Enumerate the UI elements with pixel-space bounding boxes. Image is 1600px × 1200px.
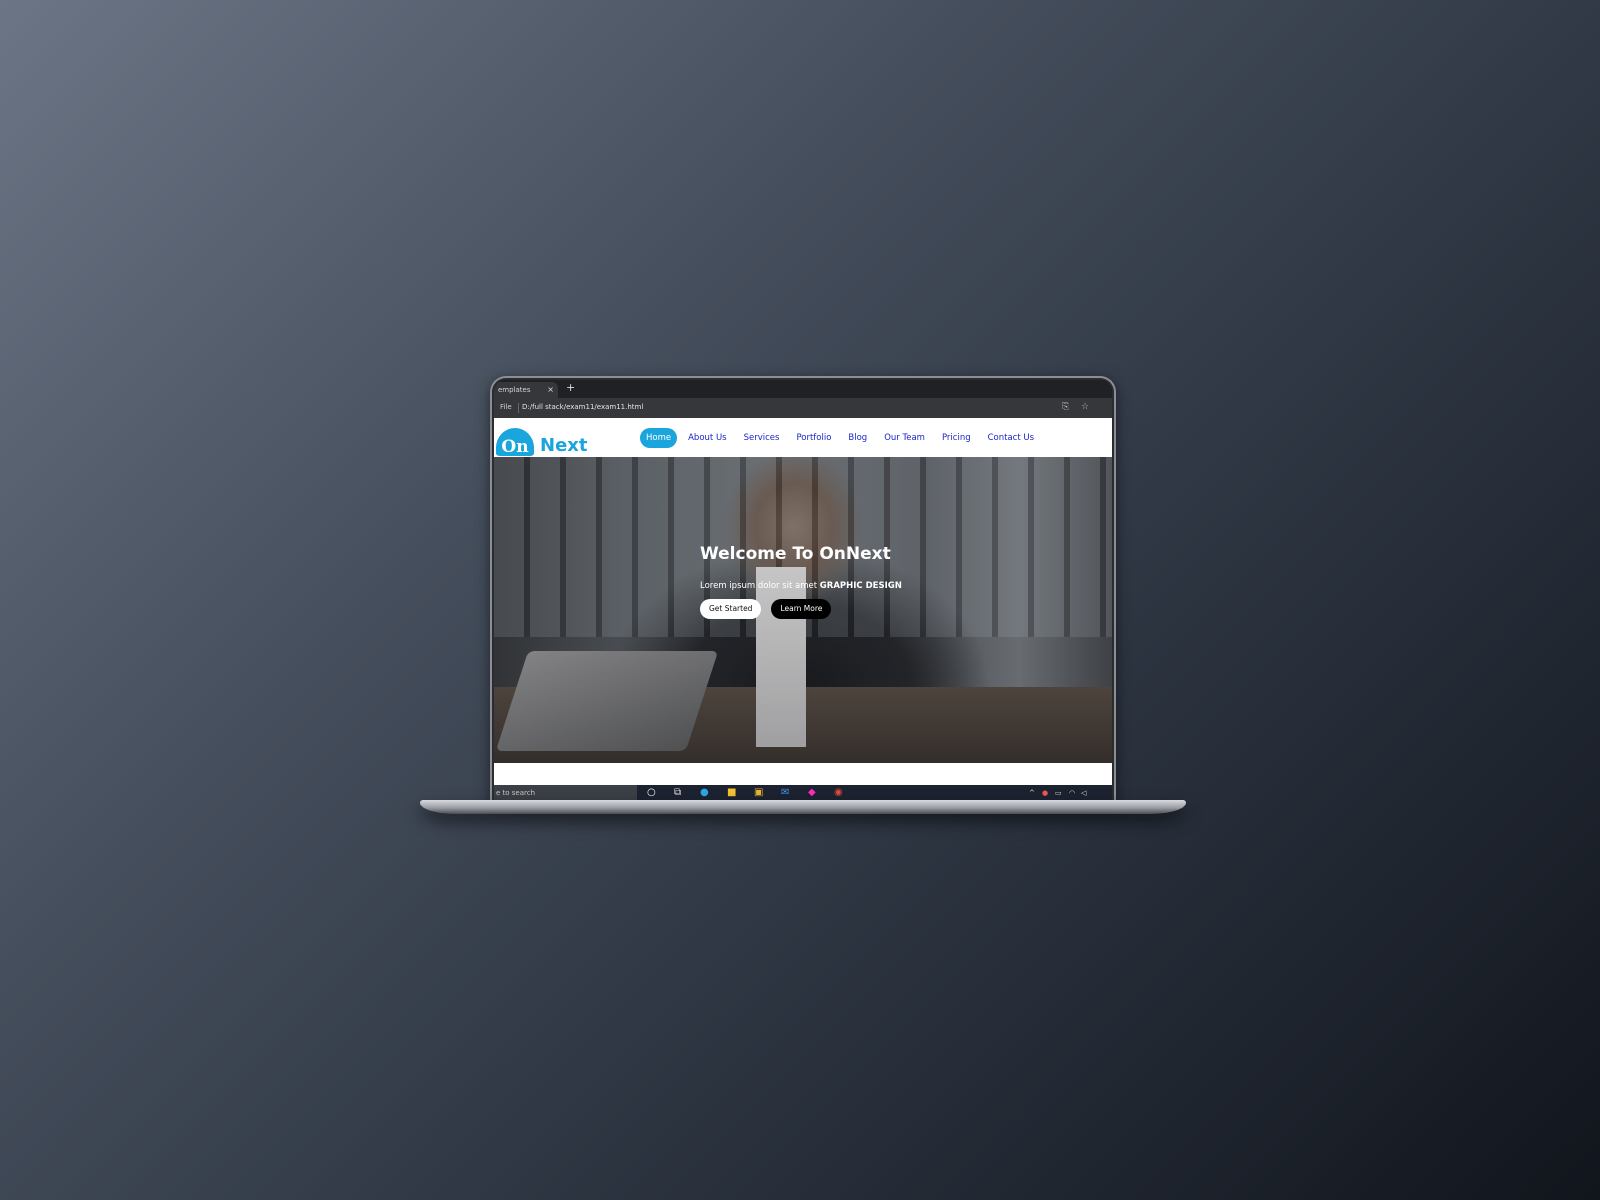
- learn-more-button[interactable]: Learn More: [771, 599, 832, 619]
- site-logo[interactable]: On Next: [494, 426, 610, 457]
- chevron-up-icon[interactable]: ^: [1029, 789, 1035, 797]
- close-icon[interactable]: ×: [547, 382, 554, 398]
- nav-blog[interactable]: Blog: [842, 428, 873, 448]
- address-divider: [518, 403, 519, 413]
- cortana-icon[interactable]: ○: [647, 787, 656, 799]
- adobe-xd-icon[interactable]: ◆: [808, 787, 816, 799]
- translate-icon[interactable]: ⎘: [1062, 402, 1069, 412]
- nav-home[interactable]: Home: [640, 428, 678, 448]
- file-scheme-label: File: [500, 403, 512, 411]
- mail-icon[interactable]: ✉: [781, 787, 789, 799]
- hero-section: Welcome To OnNext Lorem ipsum dolor sit …: [494, 457, 1112, 763]
- nav-our-team[interactable]: Our Team: [878, 428, 931, 448]
- get-started-button[interactable]: Get Started: [700, 599, 762, 619]
- web-page: On Next Home About Us Services Portfolio…: [494, 418, 1112, 785]
- browser-tab-strip: emplates × +: [494, 380, 1112, 398]
- nav-services[interactable]: Services: [738, 428, 786, 448]
- hero-title: Welcome To OnNext: [700, 544, 891, 564]
- tray-app-icon[interactable]: ●: [1042, 789, 1048, 797]
- store-icon[interactable]: ▣: [754, 787, 763, 799]
- logo-mark: On: [496, 428, 534, 457]
- laptop-screen: emplates × + File D:/full stack/exam11/e…: [494, 380, 1112, 802]
- file-explorer-icon[interactable]: ■: [727, 787, 736, 799]
- nav-portfolio[interactable]: Portfolio: [790, 428, 837, 448]
- address-bar: File D:/full stack/exam11/exam11.html ⎘ …: [494, 398, 1112, 418]
- url-field[interactable]: D:/full stack/exam11/exam11.html: [522, 403, 643, 411]
- hero-subtitle: Lorem ipsum dolor sit amet GRAPHIC DESIG…: [700, 581, 902, 591]
- hero-subtitle-text: Lorem ipsum dolor sit amet: [700, 581, 818, 591]
- battery-icon[interactable]: ▭: [1055, 789, 1062, 797]
- task-view-icon[interactable]: ⧉: [674, 787, 681, 799]
- browser-tab[interactable]: emplates ×: [494, 382, 558, 398]
- logo-text: Next: [540, 435, 588, 456]
- edge-icon[interactable]: ●: [700, 787, 709, 799]
- hero-buttons: Get Started Learn More: [700, 599, 832, 619]
- hero-subtitle-highlight: GRAPHIC DESIGN: [819, 581, 902, 591]
- bookmark-star-icon[interactable]: ☆: [1081, 402, 1089, 412]
- wifi-icon[interactable]: ◠: [1069, 789, 1075, 797]
- volume-icon[interactable]: ◁: [1081, 789, 1086, 797]
- new-tab-icon[interactable]: +: [566, 381, 575, 394]
- chrome-icon[interactable]: ◉: [834, 787, 843, 799]
- site-header: On Next Home About Us Services Portfolio…: [494, 418, 1112, 457]
- main-nav: Home About Us Services Portfolio Blog Ou…: [640, 428, 1045, 448]
- nav-pricing[interactable]: Pricing: [936, 428, 977, 448]
- nav-contact-us[interactable]: Contact Us: [982, 428, 1040, 448]
- nav-about-us[interactable]: About Us: [682, 428, 732, 448]
- laptop-base: [420, 800, 1186, 814]
- tab-title: emplates: [498, 386, 531, 394]
